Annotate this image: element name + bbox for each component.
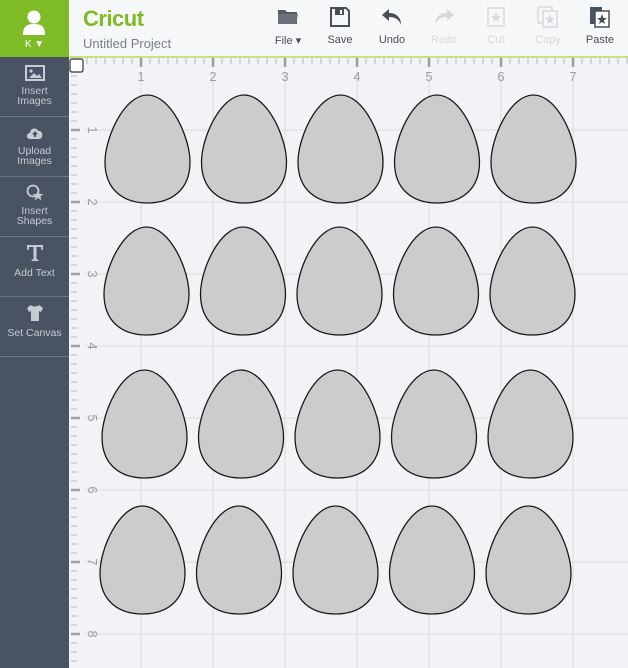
header: Cricut Untitled Project File ▾ Save Undo…	[69, 0, 628, 58]
ruler-y-label: 3	[85, 270, 100, 277]
ruler-x-label: 3	[281, 69, 288, 84]
egg-shape[interactable]	[195, 505, 283, 615]
user-icon	[23, 10, 45, 35]
egg-shape[interactable]	[490, 94, 577, 204]
ruler-x-label: 2	[209, 69, 216, 84]
egg-shape[interactable]	[101, 369, 188, 479]
sidebar-item-insert-images[interactable]: Insert Images	[0, 57, 69, 117]
cut-icon	[487, 7, 505, 27]
ruler-y-label: 2	[85, 198, 100, 205]
copy-icon	[537, 6, 558, 28]
egg-shape[interactable]	[393, 94, 481, 204]
cricut-logo: Cricut	[83, 6, 144, 31]
save-label: Save	[327, 34, 353, 46]
shirt-icon	[26, 305, 43, 321]
user-initial: K ▼	[0, 39, 69, 50]
text-icon	[26, 245, 43, 261]
egg-shape[interactable]	[99, 505, 186, 615]
project-title[interactable]: Untitled Project	[83, 36, 171, 51]
shapes-icon	[26, 184, 43, 201]
undo-label: Undo	[378, 34, 406, 46]
egg-shape[interactable]	[297, 94, 384, 204]
cloud-upload-icon	[26, 128, 42, 139]
sidebar-label: Set Canvas	[7, 327, 62, 339]
redo-button[interactable]: Redo	[414, 6, 474, 46]
egg-shape[interactable]	[485, 505, 572, 615]
sidebar-item-insert-shapes[interactable]: Insert Shapes	[0, 177, 69, 237]
cut-label: Cut	[487, 34, 505, 46]
user-menu[interactable]: K ▼	[0, 0, 69, 57]
sidebar-label: Add Text	[14, 267, 55, 279]
egg-shape[interactable]	[197, 369, 285, 479]
sidebar-item-add-text[interactable]: Add Text	[0, 237, 69, 297]
design-canvas[interactable]: 1 2 3 4 5 6 7 1 2 3 4 5 6 7 8	[69, 58, 628, 668]
ruler-x-label: 6	[497, 69, 504, 84]
sidebar-label: Images	[17, 95, 52, 107]
sidebar-item-upload-images[interactable]: Upload Images	[0, 117, 69, 177]
ruler-x-label: 5	[425, 69, 432, 84]
egg-shape[interactable]	[294, 369, 381, 479]
sidebar-label: Images	[17, 155, 52, 167]
save-button[interactable]: Save	[310, 6, 370, 46]
redo-icon	[435, 9, 454, 25]
file-menu-button[interactable]: File ▾	[258, 6, 318, 47]
file-label: File ▾	[274, 35, 302, 47]
ruler-vertical	[69, 58, 85, 668]
egg-shape[interactable]	[292, 505, 379, 615]
egg-shape[interactable]	[489, 226, 576, 336]
sidebar-item-set-canvas[interactable]: Set Canvas	[0, 297, 69, 357]
egg-shape[interactable]	[392, 226, 480, 336]
ruler-y-label: 1	[85, 126, 100, 133]
egg-shape[interactable]	[390, 369, 478, 479]
copy-button[interactable]: Copy	[518, 6, 578, 46]
sidebar-label: Shapes	[16, 215, 53, 227]
ruler-x-label: 4	[353, 69, 360, 84]
folder-icon	[278, 10, 298, 24]
undo-button[interactable]: Undo	[362, 6, 422, 46]
ruler-x-label: 1	[137, 69, 144, 84]
image-icon	[24, 65, 45, 81]
undo-icon	[382, 9, 401, 25]
egg-shape[interactable]	[388, 505, 476, 615]
egg-shape[interactable]	[200, 94, 288, 204]
redo-label: Redo	[430, 34, 458, 46]
egg-shape[interactable]	[296, 226, 383, 336]
ruler-y-label: 8	[85, 630, 100, 637]
ruler-y-label: 5	[85, 414, 100, 421]
cut-button[interactable]: Cut	[466, 6, 526, 46]
ruler-x-label: 7	[569, 69, 576, 84]
ruler-y-label: 6	[85, 486, 100, 493]
paste-icon	[590, 7, 610, 28]
sidebar: Insert Images Upload Images Insert Shape…	[0, 57, 69, 668]
egg-shape[interactable]	[103, 226, 190, 336]
save-icon	[330, 7, 350, 27]
paste-label: Paste	[585, 34, 615, 46]
ruler-y-label: 7	[85, 558, 100, 565]
egg-shape[interactable]	[104, 94, 191, 204]
canvas-svg[interactable]: 1 2 3 4 5 6 7 1 2 3 4 5 6 7 8	[69, 58, 628, 668]
copy-label: Copy	[535, 34, 561, 46]
paste-button[interactable]: Paste	[570, 6, 628, 46]
ruler-corner-box[interactable]	[69, 58, 84, 73]
shapes-layer[interactable]	[99, 94, 577, 615]
caret-down-icon: ▼	[31, 39, 45, 50]
ruler-y-label: 4	[85, 342, 100, 349]
